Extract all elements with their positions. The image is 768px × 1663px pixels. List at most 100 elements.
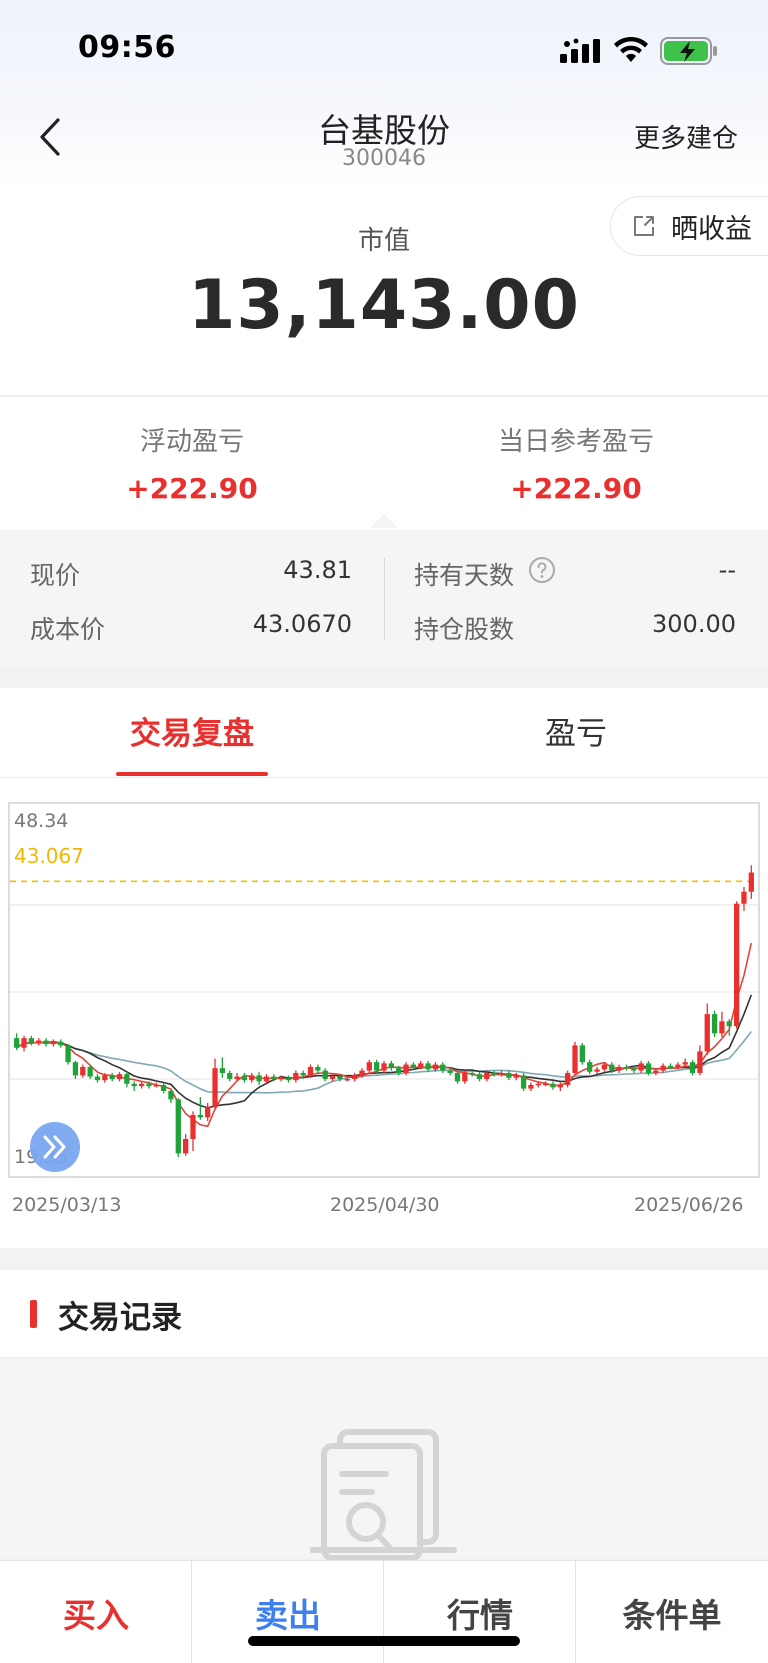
buy-button[interactable]: 买入: [0, 1561, 192, 1663]
battery-charging-icon: [660, 37, 717, 65]
conditional-order-button[interactable]: 条件单: [576, 1561, 768, 1663]
candle-body: [653, 1070, 659, 1073]
home-indicator: [248, 1636, 520, 1646]
active-tab-indicator: [116, 772, 268, 776]
candle-body: [293, 1072, 299, 1081]
price-value: 43.81: [283, 556, 352, 584]
trade-records-title: 交易记录: [58, 1300, 182, 1336]
candle-body: [506, 1072, 512, 1078]
candle-body: [542, 1083, 549, 1086]
candle-body: [396, 1068, 402, 1073]
candle-body: [447, 1070, 453, 1073]
empty-records-area: [0, 1358, 768, 1560]
candle-body: [124, 1074, 130, 1084]
candle-body: [374, 1062, 380, 1071]
candle-body: [638, 1063, 644, 1071]
candle-body: [278, 1077, 284, 1080]
candle-body: [388, 1063, 394, 1069]
share-profit-label: 晒收益: [671, 213, 752, 245]
candle-body: [418, 1063, 424, 1067]
candle-body: [307, 1066, 314, 1076]
more-build-position-link[interactable]: 更多建仓: [634, 118, 738, 155]
shares-label: 持仓股数: [414, 615, 515, 644]
floating-pnl-value: +222.90: [126, 472, 258, 505]
candle-body: [462, 1072, 468, 1082]
cost-value: 43.0670: [252, 610, 352, 638]
kline-chart[interactable]: 48.34 43.067 19.35: [8, 802, 760, 1178]
position-stats: 现价 43.81 成本价 43.0670 持有天数 -- 持仓股数 300.00: [0, 530, 768, 668]
candle-body: [711, 1014, 718, 1034]
candle-body: [498, 1072, 505, 1075]
help-icon[interactable]: [528, 556, 556, 584]
candle-body: [381, 1063, 387, 1071]
candle-body: [645, 1063, 652, 1073]
candle-body: [704, 1014, 710, 1052]
x-label-end: 2025/06/26: [634, 1194, 744, 1216]
candle-body: [719, 1021, 725, 1034]
candle-body: [594, 1069, 600, 1072]
candle-body: [513, 1075, 519, 1078]
kline-svg: [10, 865, 758, 1157]
candle-body: [476, 1074, 483, 1079]
candle-body: [116, 1074, 123, 1079]
candle-body: [249, 1075, 255, 1081]
candle-body: [675, 1064, 681, 1067]
candle-body: [65, 1045, 71, 1063]
empty-document-search-icon: [310, 1429, 457, 1560]
share-profit-button[interactable]: 晒收益: [610, 196, 768, 256]
status-bar: 09:56: [0, 0, 768, 100]
candle-body: [469, 1072, 475, 1075]
candle-body: [263, 1076, 270, 1082]
candle-body: [682, 1062, 688, 1065]
tab-bar: 交易复盘 盈亏: [0, 688, 768, 778]
section-accent-bar: [30, 1300, 37, 1328]
candle-body: [109, 1075, 115, 1079]
candle-body: [623, 1066, 630, 1069]
daily-pnl-value: +222.90: [510, 472, 642, 505]
candle-body: [609, 1064, 615, 1071]
candle-body: [579, 1045, 586, 1063]
candle-body: [94, 1076, 101, 1081]
tab-profit-loss[interactable]: 盈亏: [384, 708, 768, 753]
candle-body: [587, 1062, 593, 1072]
candle-body: [175, 1099, 181, 1154]
candle-body: [425, 1063, 431, 1070]
candle-body: [182, 1138, 189, 1154]
candle-body: [212, 1068, 218, 1107]
candle-body: [410, 1064, 417, 1067]
candle-body: [190, 1114, 196, 1139]
holding-days-value: --: [718, 556, 736, 584]
market-value-amount: 13,143.00: [188, 266, 580, 345]
x-label-start: 2025/03/13: [12, 1194, 122, 1216]
candle-body: [366, 1062, 372, 1071]
candle-body: [337, 1076, 343, 1079]
candle-body: [36, 1040, 42, 1043]
candle-body: [205, 1106, 211, 1118]
expand-chart-icon[interactable]: [30, 1122, 80, 1172]
candle-body: [601, 1064, 608, 1070]
wifi-icon: [614, 36, 648, 62]
candle-body: [28, 1038, 35, 1043]
candle-body: [271, 1076, 277, 1079]
candle-body: [227, 1072, 233, 1079]
candle-body: [454, 1072, 461, 1082]
candle-body: [557, 1084, 563, 1088]
shares-value: 300.00: [652, 610, 736, 638]
candle-body: [440, 1064, 446, 1071]
price-label: 现价: [30, 561, 81, 590]
tab-trade-review[interactable]: 交易复盘: [0, 708, 384, 753]
status-time: 09:56: [78, 30, 176, 65]
candle-body: [726, 1021, 732, 1027]
sell-button[interactable]: 卖出: [192, 1561, 384, 1663]
daily-pnl: 当日参考盈亏 +222.90: [384, 421, 768, 505]
candle-body: [87, 1066, 93, 1077]
candle-body: [733, 903, 740, 1027]
ma10-line: [16, 994, 753, 1109]
quote-button[interactable]: 行情: [384, 1561, 576, 1663]
daily-pnl-label: 当日参考盈亏: [497, 427, 654, 457]
candle-body: [550, 1083, 556, 1088]
profit-loss-row: 浮动盈亏 +222.90 当日参考盈亏 +222.90: [0, 396, 768, 530]
candle-body: [146, 1083, 152, 1087]
x-label-mid: 2025/04/30: [330, 1194, 440, 1216]
candle-body: [322, 1070, 328, 1079]
